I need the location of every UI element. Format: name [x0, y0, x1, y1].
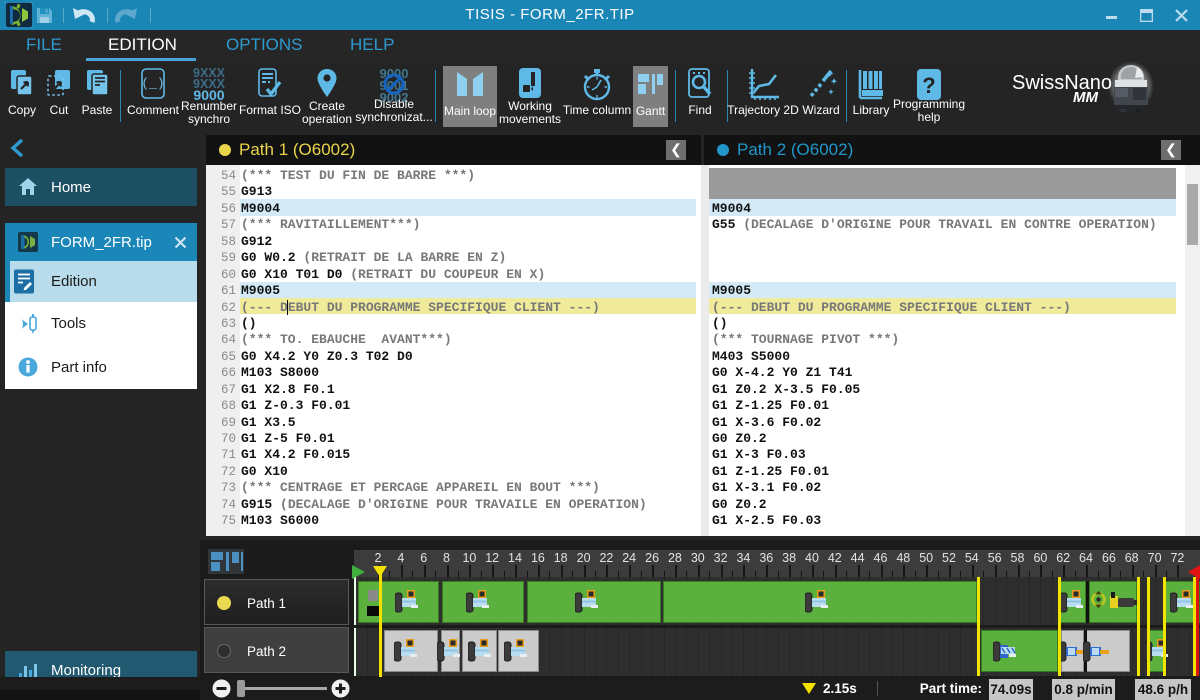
svg-text:(_): (_): [141, 76, 164, 91]
svg-text:?: ?: [922, 73, 935, 98]
